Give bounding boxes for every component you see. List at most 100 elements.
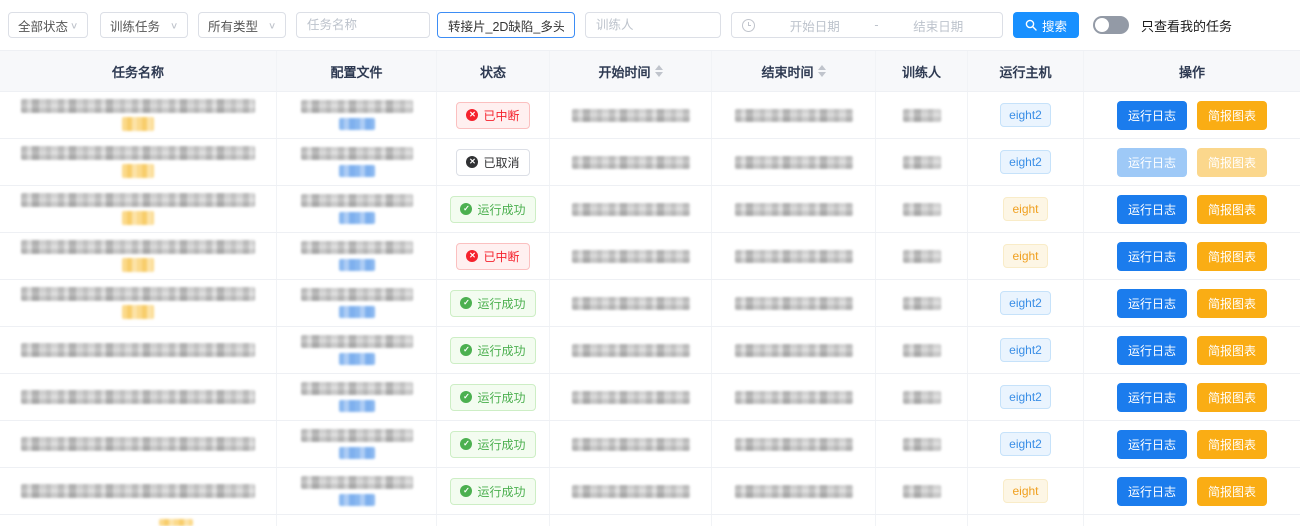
run-log-button[interactable]: 运行日志 xyxy=(1117,430,1187,459)
config-file-redacted xyxy=(301,147,413,160)
task-name-input[interactable] xyxy=(296,12,430,38)
start-time-redacted xyxy=(572,391,690,404)
config-link-redacted[interactable] xyxy=(339,494,375,506)
trainer-cell xyxy=(876,374,968,420)
trainer-redacted xyxy=(903,485,941,498)
category-select[interactable]: 所有类型 ∨ xyxy=(198,12,286,38)
config-link-redacted[interactable] xyxy=(339,353,375,365)
sort-carets-icon[interactable] xyxy=(655,65,663,77)
host-badge: eight2 xyxy=(1000,103,1051,127)
column-header-trainer: 训练人 xyxy=(876,51,968,91)
actions-cell: 运行日志 简报图表 xyxy=(1084,468,1300,514)
host-cell: eight2 xyxy=(968,327,1084,373)
table-row: ✓ 运行成功 eight2 运行日志 简报图表 xyxy=(0,280,1300,327)
report-chart-button[interactable]: 简报图表 xyxy=(1197,195,1267,224)
run-log-button[interactable]: 运行日志 xyxy=(1117,336,1187,365)
status-cell: ✓ 运行成功 xyxy=(437,374,550,420)
report-chart-button[interactable]: 简报图表 xyxy=(1197,242,1267,271)
end-time-redacted xyxy=(735,344,853,357)
table-body: ✕ 已中断 eight2 运行日志 简报图表 xyxy=(0,92,1300,515)
column-header-config-file: 配置文件 xyxy=(277,51,437,91)
column-header-host: 运行主机 xyxy=(968,51,1084,91)
table-row: ✓ 运行成功 eight2 运行日志 简报图表 xyxy=(0,421,1300,468)
end-time-cell xyxy=(712,421,876,467)
status-cell: ✕ 已中断 xyxy=(437,92,550,138)
status-badge: ✓ 运行成功 xyxy=(450,337,535,364)
status-icon: ✓ xyxy=(460,391,472,403)
search-button[interactable]: 搜索 xyxy=(1013,12,1079,38)
end-time-redacted xyxy=(735,109,853,122)
report-chart-button[interactable]: 简报图表 xyxy=(1197,101,1267,130)
report-chart-button[interactable]: 简报图表 xyxy=(1197,477,1267,506)
run-log-button[interactable]: 运行日志 xyxy=(1117,477,1187,506)
task-name-redacted xyxy=(21,287,255,301)
config-file-cell xyxy=(277,139,437,185)
trainer-input[interactable] xyxy=(585,12,721,38)
trainer-redacted xyxy=(903,203,941,216)
config-link-redacted[interactable] xyxy=(339,447,375,459)
column-header-end-time[interactable]: 结束时间 xyxy=(712,51,876,91)
task-tag-redacted xyxy=(122,164,154,178)
model-search-input[interactable] xyxy=(437,12,575,38)
start-time-redacted xyxy=(572,203,690,216)
start-time-cell xyxy=(550,233,712,279)
config-link-redacted[interactable] xyxy=(339,165,375,177)
status-badge: ✓ 运行成功 xyxy=(450,431,535,458)
report-chart-button[interactable]: 简报图表 xyxy=(1197,430,1267,459)
run-log-button[interactable]: 运行日志 xyxy=(1117,289,1187,318)
status-label: 运行成功 xyxy=(477,483,525,500)
start-time-redacted xyxy=(572,438,690,451)
config-link-redacted[interactable] xyxy=(339,400,375,412)
config-file-cell xyxy=(277,186,437,232)
config-link-redacted[interactable] xyxy=(339,118,375,130)
column-header-status: 状态 xyxy=(437,51,550,91)
status-icon: ✓ xyxy=(460,344,472,356)
status-badge: ✓ 运行成功 xyxy=(450,384,535,411)
config-link-redacted[interactable] xyxy=(339,259,375,271)
task-name-redacted xyxy=(21,99,255,113)
host-badge: eight xyxy=(1003,479,1047,503)
table-header-row: 任务名称 配置文件 状态 开始时间 结束时间 训练人 运行主机 操作 xyxy=(0,50,1300,92)
run-log-button[interactable]: 运行日志 xyxy=(1117,101,1187,130)
report-chart-button[interactable]: 简报图表 xyxy=(1197,383,1267,412)
status-select[interactable]: 全部状态 ∨ xyxy=(8,12,88,38)
report-chart-button[interactable]: 简报图表 xyxy=(1197,289,1267,318)
trainer-redacted xyxy=(903,344,941,357)
end-time-redacted xyxy=(735,485,853,498)
column-header-start-time[interactable]: 开始时间 xyxy=(550,51,712,91)
config-link-redacted[interactable] xyxy=(339,306,375,318)
date-range-picker[interactable]: 开始日期 - 结束日期 xyxy=(731,12,1003,38)
config-link-redacted[interactable] xyxy=(339,212,375,224)
run-log-button[interactable]: 运行日志 xyxy=(1117,195,1187,224)
date-range-separator: - xyxy=(874,18,878,32)
run-log-button[interactable]: 运行日志 xyxy=(1117,242,1187,271)
host-cell: eight2 xyxy=(968,92,1084,138)
report-chart-button[interactable]: 简报图表 xyxy=(1197,148,1267,177)
report-chart-button[interactable]: 简报图表 xyxy=(1197,336,1267,365)
my-tasks-toggle[interactable] xyxy=(1093,16,1129,34)
table-row: ✓ 运行成功 eight2 运行日志 简报图表 xyxy=(0,374,1300,421)
status-badge: ✓ 运行成功 xyxy=(450,290,535,317)
sort-carets-icon[interactable] xyxy=(818,65,826,77)
start-time-cell xyxy=(550,280,712,326)
run-log-button[interactable]: 运行日志 xyxy=(1117,148,1187,177)
status-cell: ✓ 运行成功 xyxy=(437,421,550,467)
status-label: 运行成功 xyxy=(477,201,525,218)
start-time-cell xyxy=(550,186,712,232)
start-time-redacted xyxy=(572,250,690,263)
status-cell: ✓ 运行成功 xyxy=(437,468,550,514)
config-file-redacted xyxy=(301,429,413,442)
start-time-cell xyxy=(550,421,712,467)
trainer-cell xyxy=(876,233,968,279)
task-name-redacted xyxy=(21,390,255,404)
host-cell: eight2 xyxy=(968,139,1084,185)
host-badge: eight xyxy=(1003,197,1047,221)
trainer-redacted xyxy=(903,438,941,451)
trainer-cell xyxy=(876,327,968,373)
task-tag-redacted xyxy=(122,258,154,272)
task-type-select[interactable]: 训练任务 ∨ xyxy=(100,12,188,38)
search-button-label: 搜索 xyxy=(1042,16,1067,35)
run-log-button[interactable]: 运行日志 xyxy=(1117,383,1187,412)
trainer-redacted xyxy=(903,156,941,169)
column-header-actions: 操作 xyxy=(1084,51,1300,91)
